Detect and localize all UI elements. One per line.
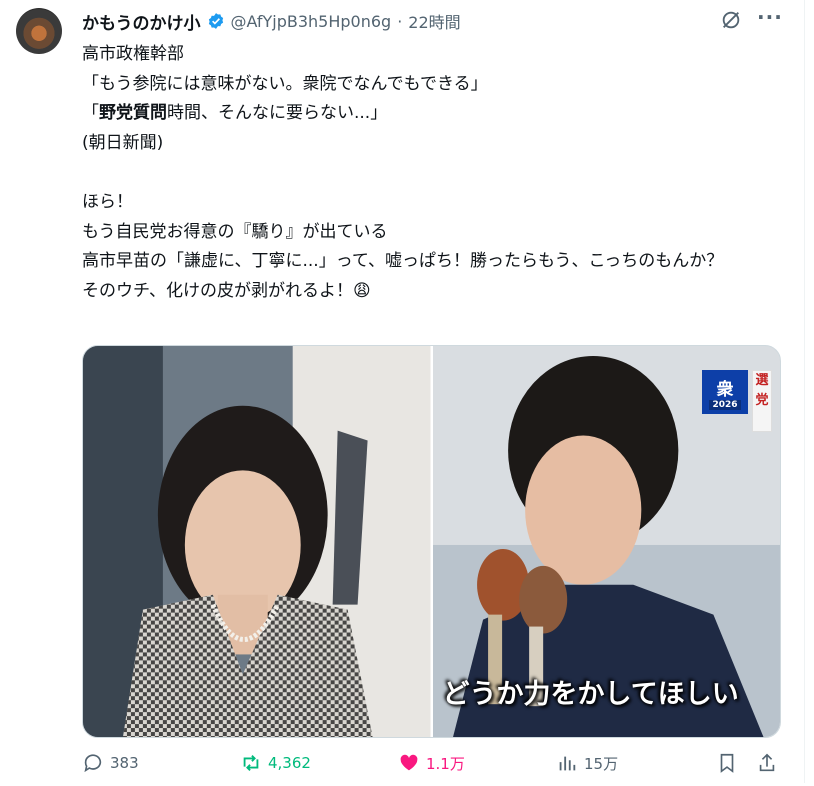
text-line: そのウチ、化けの皮が剥がれるよ！: [82, 280, 353, 301]
share-icon: [759, 753, 775, 772]
tweet-text: 高市政権幹部 「もう参院には意味がない。衆院でなんでもできる」 「野党質問時間、…: [82, 40, 782, 306]
avatar[interactable]: [16, 8, 62, 54]
verified-badge-icon: [207, 12, 225, 30]
text-line-rest: 時間、そんなに要らない...」: [167, 103, 388, 124]
bookmark-button[interactable]: [716, 752, 738, 774]
share-button[interactable]: [756, 752, 778, 774]
reply-icon: [84, 754, 102, 773]
tweet-header: かもうのかけ小 @AfYjpB3h5Hp0n6g · 22時間: [82, 8, 461, 34]
author-name[interactable]: かもうのかけ小: [82, 9, 201, 34]
badge-year: 2026: [709, 399, 741, 410]
text-line-open: 「: [82, 103, 99, 124]
photo-right[interactable]: 衆 2026 選党 どうか力をかしてほしい: [432, 346, 780, 737]
like-count: 1.1万: [426, 754, 465, 773]
badge-side: 選党: [752, 370, 772, 432]
bookmark-icon: [720, 753, 734, 773]
timestamp[interactable]: 22時間: [408, 9, 460, 33]
broadcast-badge: 衆 2026 選党: [702, 370, 772, 432]
text-line: 高市早苗の「謙虚に、丁寧に...」って、嘘っぱち！勝ったらもう、こっちのもんか？: [82, 251, 724, 272]
action-bar: 383 4,362 1.1万 15万: [82, 752, 782, 786]
media-grid: 衆 2026 選党 どうか力をかしてほしい: [82, 345, 781, 738]
views-button[interactable]: 15万: [556, 752, 618, 774]
analytics-icon: [559, 756, 576, 771]
more-options-icon[interactable]: ···: [757, 6, 782, 30]
election-badge: 衆 2026: [702, 370, 748, 414]
text-line: (朝日新聞): [82, 132, 164, 153]
video-caption: どうか力をかしてほしい: [442, 679, 739, 710]
heart-icon: [400, 754, 418, 771]
tweet[interactable]: かもうのかけ小 @AfYjpB3h5Hp0n6g · 22時間 ··· 高市政権…: [0, 0, 800, 783]
photo-left[interactable]: [83, 346, 431, 737]
weary-face-emoji: 😩: [352, 280, 371, 301]
reply-button[interactable]: 383: [82, 752, 139, 774]
repost-icon: [243, 755, 259, 771]
text-line: 高市政権幹部: [82, 44, 184, 64]
separator-dot: ·: [397, 11, 403, 31]
grok-icon[interactable]: [720, 9, 742, 31]
repost-count: 4,362: [268, 754, 311, 772]
text-line: ほら！: [82, 191, 133, 212]
text-line: 「もう参院には意味がない。衆院でなんでもできる」: [82, 73, 488, 94]
text-line: もう自民党お得意の『驕り』が出ている: [82, 221, 388, 242]
reply-count: 383: [110, 754, 139, 772]
repost-button[interactable]: 4,362: [240, 752, 311, 774]
like-button[interactable]: 1.1万: [398, 752, 465, 774]
badge-main: 衆: [716, 379, 734, 400]
text-bold: 野党質問: [99, 103, 167, 124]
view-count: 15万: [584, 754, 619, 773]
column-divider: [804, 0, 805, 783]
author-handle[interactable]: @AfYjpB3h5Hp0n6g: [231, 12, 392, 31]
